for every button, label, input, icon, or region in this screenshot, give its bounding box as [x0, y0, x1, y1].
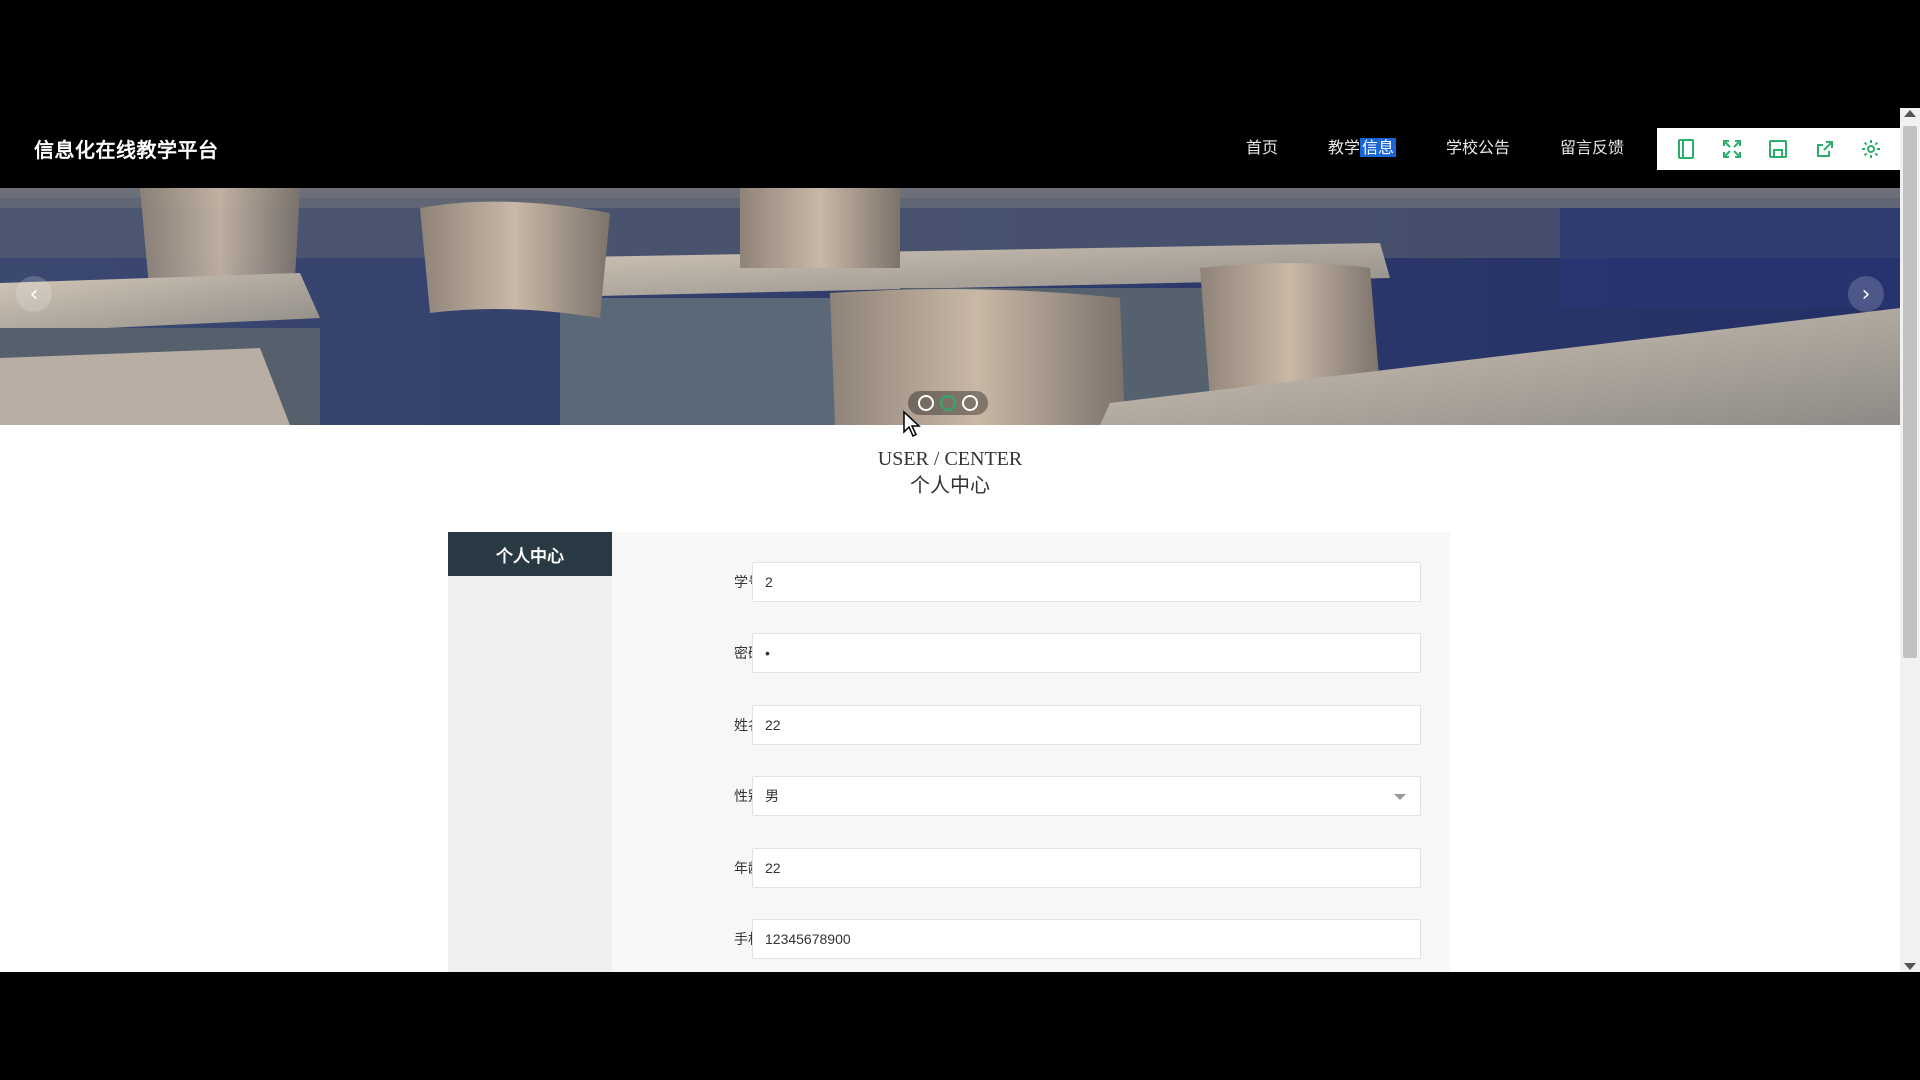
name-input[interactable] [752, 705, 1421, 745]
nav-item-announcements[interactable]: 学校公告 [1446, 136, 1510, 160]
main-nav: 首页 教学 信息 学校公告 留言反馈 [1246, 136, 1624, 160]
section-heading: USER / CENTER 个人中心 [0, 446, 1900, 500]
password-input[interactable] [752, 633, 1421, 673]
mouse-cursor-icon [903, 410, 921, 438]
carousel-dot-2[interactable] [940, 395, 956, 411]
sidebar-item-user-center[interactable]: 个人中心 [448, 532, 612, 576]
settings-button[interactable] [1856, 134, 1886, 164]
bookmark-button[interactable] [1671, 134, 1701, 164]
phone-input[interactable] [752, 919, 1421, 959]
nav-item-teaching-info-label-a: 教学 [1327, 138, 1360, 157]
section-title-cn: 个人中心 [910, 475, 990, 497]
nav-item-home[interactable]: 首页 [1246, 136, 1278, 160]
site-header: 信息化在线教学平台 首页 教学 信息 学校公告 留言反馈 [0, 108, 1900, 188]
form-row-name: 姓名 [612, 705, 1450, 745]
bookmark-icon [1678, 139, 1695, 159]
gear-icon [1861, 140, 1880, 158]
save-button[interactable] [1763, 134, 1793, 164]
scrollbar-thumb[interactable] [1903, 126, 1917, 658]
fullscreen-icon [1723, 140, 1742, 158]
gender-select[interactable]: 男 [752, 776, 1421, 816]
save-icon [1769, 140, 1788, 158]
form-row-phone: 手机 [612, 919, 1450, 959]
page-scrollbar[interactable] [1900, 108, 1920, 972]
student-id-input[interactable] [752, 562, 1421, 602]
profile-form: 学号 密码 姓名 性别 男 年龄 手机 [612, 532, 1450, 972]
form-row-student-id: 学号 [612, 562, 1450, 602]
nav-item-teaching-info[interactable]: 教学 信息 [1328, 136, 1396, 160]
carousel-next-button[interactable]: › [1848, 276, 1884, 312]
scroll-down-arrow-icon[interactable] [1904, 963, 1916, 970]
share-button[interactable] [1810, 134, 1840, 164]
chevron-down-icon [1394, 794, 1406, 800]
carousel-dot-1[interactable] [918, 395, 934, 411]
floating-toolbar [1657, 128, 1900, 170]
hero-carousel: ‹ › [0, 188, 1900, 425]
scroll-up-arrow-icon[interactable] [1904, 110, 1916, 117]
site-brand[interactable]: 信息化在线教学平台 [34, 134, 219, 163]
fullscreen-button[interactable] [1717, 134, 1747, 164]
gender-select-value: 男 [765, 788, 779, 804]
form-row-age: 年龄 [612, 848, 1450, 888]
age-input[interactable] [752, 848, 1421, 888]
user-sidebar: 个人中心 [448, 532, 612, 972]
section-title-en: USER / CENTER [877, 448, 1023, 470]
carousel-prev-button[interactable]: ‹ [16, 276, 52, 312]
form-row-gender: 性别 男 [612, 776, 1450, 816]
nav-item-teaching-info-label-b: 信息 [1359, 138, 1396, 157]
classroom-desks-image [0, 188, 1900, 425]
carousel-dot-3[interactable] [962, 395, 978, 411]
nav-item-feedback[interactable]: 留言反馈 [1560, 136, 1624, 160]
form-row-password: 密码 [612, 633, 1450, 673]
share-icon [1816, 141, 1833, 157]
browser-viewport: 信息化在线教学平台 首页 教学 信息 学校公告 留言反馈 ‹ › USER / … [0, 108, 1920, 972]
